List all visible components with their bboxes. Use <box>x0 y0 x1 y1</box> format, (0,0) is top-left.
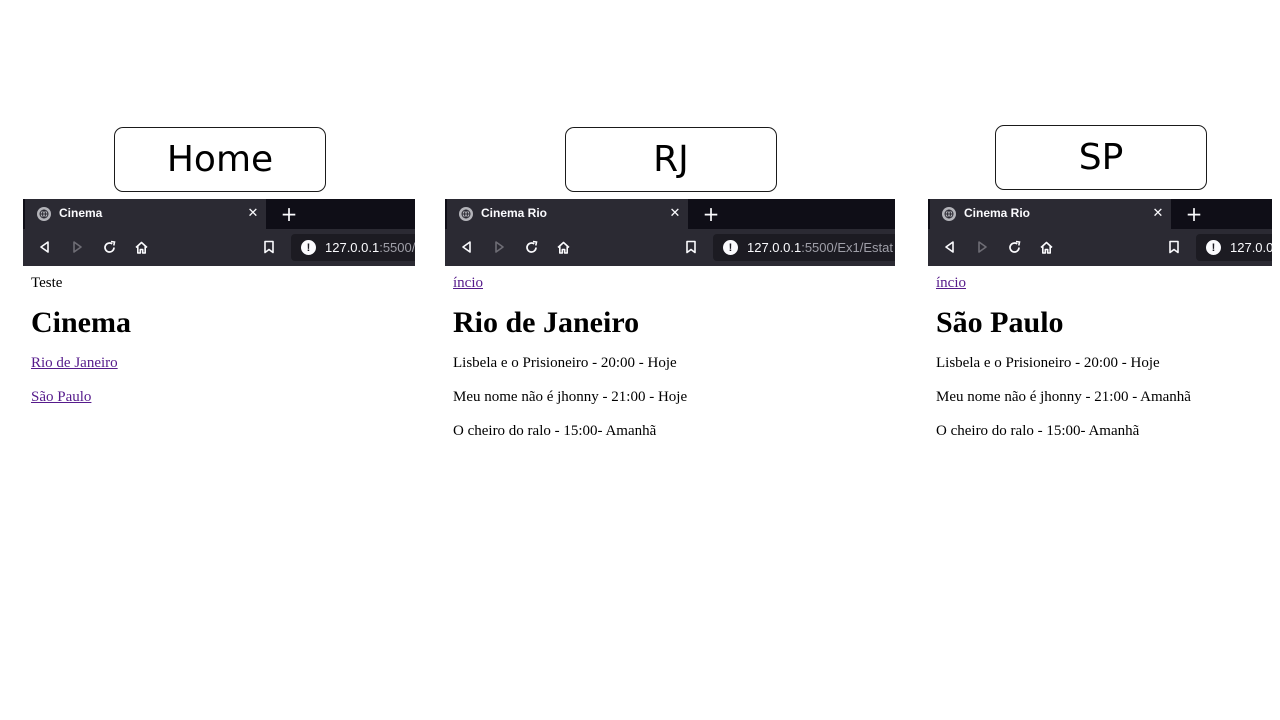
forward-icon[interactable] <box>973 238 991 256</box>
page-title: Cinema <box>31 306 131 339</box>
forward-icon[interactable] <box>490 238 508 256</box>
session-item: O cheiro do ralo - 15:00- Amanhã <box>936 423 1140 439</box>
page-content: Teste Cinema Rio de Janeiro São Paulo <box>23 266 415 406</box>
url-text: 127.0.0.1:5500/ <box>325 240 415 255</box>
info-icon[interactable]: ! <box>301 240 316 255</box>
browser-chrome: Cinema Rio ✕ + ! 127.0.0.1:5500/Ex1/Esta… <box>445 199 895 266</box>
bookmark-icon[interactable] <box>1165 238 1183 256</box>
tab-cinema[interactable]: Cinema ✕ <box>25 199 266 229</box>
url-text: 127.0.0.1:5500/Ex1/Estat <box>747 240 893 255</box>
back-icon[interactable] <box>941 238 959 256</box>
session-item: Meu nome não é jhonny - 21:00 - Hoje <box>453 389 688 405</box>
nav-bar: ! 127.0.0.1:5500/Ex1/Estat <box>445 229 895 266</box>
url-bar[interactable]: ! 127.0.0.1:5500/ <box>291 234 415 261</box>
nav-bar: ! 127.0.0 <box>928 229 1272 266</box>
browser-chrome: Cinema ✕ + ! 127.0.0.1:5500/ <box>23 199 415 266</box>
home-icon[interactable] <box>132 238 150 256</box>
tab-cinema-rio[interactable]: Cinema Rio ✕ <box>447 199 688 229</box>
reload-icon[interactable] <box>522 238 540 256</box>
browser-window-home: Cinema ✕ + ! 127.0.0.1:5500/ Teste Cinem… <box>23 199 415 479</box>
globe-icon <box>37 207 51 221</box>
plus-icon[interactable]: + <box>700 202 722 226</box>
browser-window-rj: Cinema Rio ✕ + ! 127.0.0.1:5500/Ex1/Esta… <box>445 199 895 479</box>
info-icon[interactable]: ! <box>1206 240 1221 255</box>
home-icon[interactable] <box>554 238 572 256</box>
page-title: São Paulo <box>936 306 1064 339</box>
tab-title: Cinema Rio <box>964 206 1031 220</box>
reload-icon[interactable] <box>100 238 118 256</box>
link-inicio[interactable]: íncio <box>453 275 483 291</box>
url-text: 127.0.0 <box>1230 240 1272 255</box>
globe-icon <box>459 207 473 221</box>
forward-icon[interactable] <box>68 238 86 256</box>
url-bar[interactable]: ! 127.0.0.1:5500/Ex1/Estat <box>713 234 895 261</box>
close-icon[interactable]: ✕ <box>1149 204 1167 222</box>
globe-icon <box>942 207 956 221</box>
session-item: Meu nome não é jhonny - 21:00 - Amanhã <box>936 389 1191 405</box>
link-sao-paulo[interactable]: São Paulo <box>31 389 91 405</box>
browser-window-sp: Cinema Rio ✕ + ! 127.0.0 íncio São Paulo… <box>928 199 1272 479</box>
home-icon[interactable] <box>1037 238 1055 256</box>
back-icon[interactable] <box>36 238 54 256</box>
top-text: Teste <box>31 275 63 291</box>
label-rj: RJ <box>565 127 777 192</box>
link-rio-de-janeiro[interactable]: Rio de Janeiro <box>31 355 118 371</box>
session-item: Lisbela e o Prisioneiro - 20:00 - Hoje <box>453 355 677 371</box>
plus-icon[interactable]: + <box>278 202 300 226</box>
link-inicio[interactable]: íncio <box>936 275 966 291</box>
tab-strip: Cinema ✕ + <box>23 199 415 229</box>
session-item: Lisbela e o Prisioneiro - 20:00 - Hoje <box>936 355 1160 371</box>
plus-icon[interactable]: + <box>1183 202 1205 226</box>
close-icon[interactable]: ✕ <box>244 204 262 222</box>
tab-strip: Cinema Rio ✕ + <box>445 199 895 229</box>
page-content: íncio São Paulo Lisbela e o Prisioneiro … <box>928 266 1272 440</box>
tab-title: Cinema <box>59 206 103 220</box>
bookmark-icon[interactable] <box>260 238 278 256</box>
tab-cinema-rio[interactable]: Cinema Rio ✕ <box>930 199 1171 229</box>
tab-title: Cinema Rio <box>481 206 548 220</box>
label-sp: SP <box>995 125 1207 190</box>
session-item: O cheiro do ralo - 15:00- Amanhã <box>453 423 657 439</box>
bookmark-icon[interactable] <box>682 238 700 256</box>
url-bar[interactable]: ! 127.0.0 <box>1196 234 1272 261</box>
nav-bar: ! 127.0.0.1:5500/ <box>23 229 415 266</box>
reload-icon[interactable] <box>1005 238 1023 256</box>
tab-strip: Cinema Rio ✕ + <box>928 199 1272 229</box>
page-title: Rio de Janeiro <box>453 306 640 339</box>
close-icon[interactable]: ✕ <box>666 204 684 222</box>
info-icon[interactable]: ! <box>723 240 738 255</box>
back-icon[interactable] <box>458 238 476 256</box>
page-content: íncio Rio de Janeiro Lisbela e o Prision… <box>445 266 895 440</box>
label-home: Home <box>114 127 326 192</box>
browser-chrome: Cinema Rio ✕ + ! 127.0.0 <box>928 199 1272 266</box>
